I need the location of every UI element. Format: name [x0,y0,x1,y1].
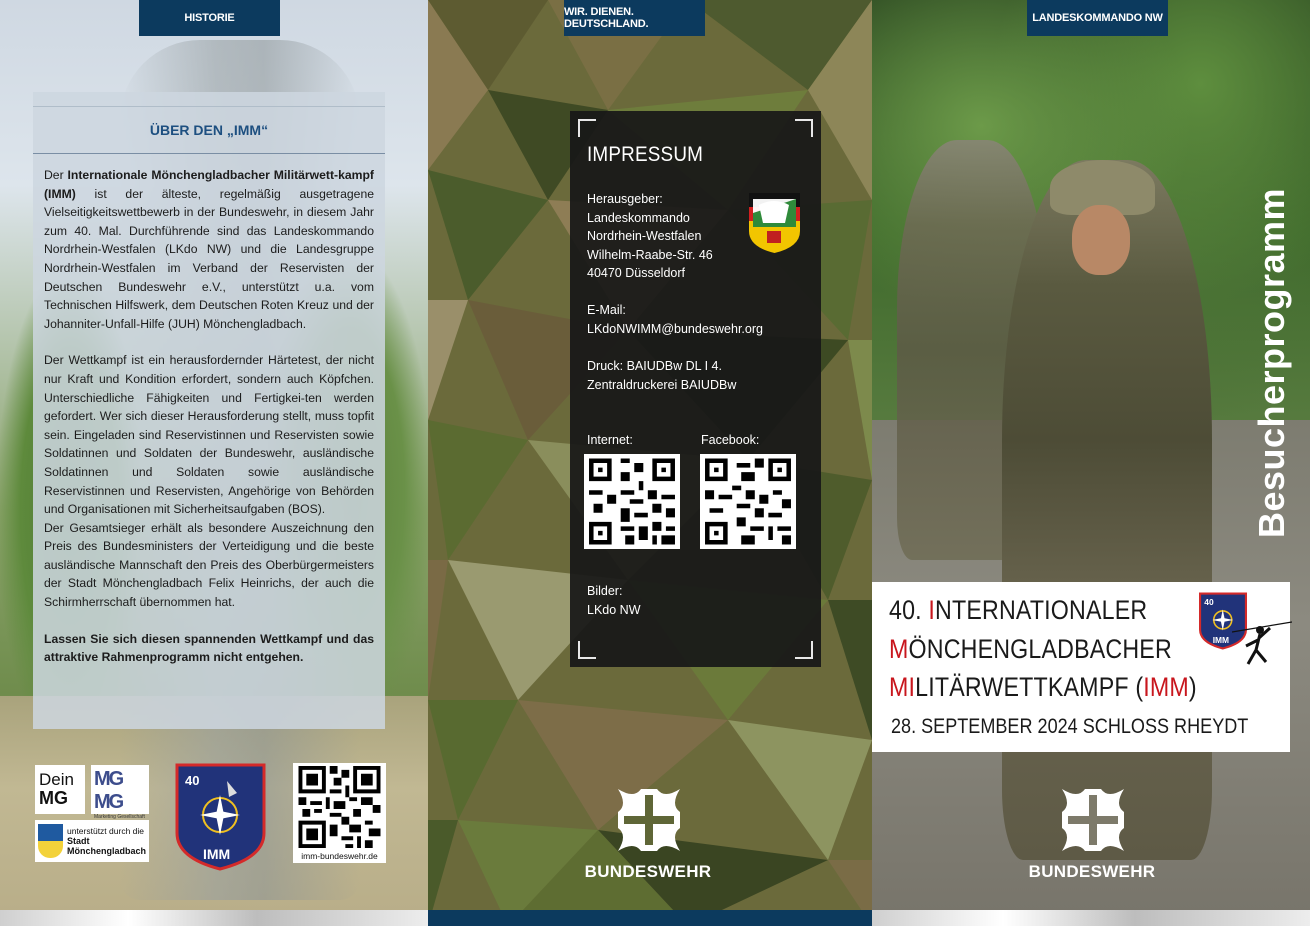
dein-mg-logo: Dein MG [35,765,85,814]
badge-right-text: IMM [1213,635,1229,645]
images-label: Bilder: [587,584,623,598]
title-line-1: 40. INTERNATIONALER [889,595,1147,626]
iron-cross-icon [618,789,680,851]
historie-panel: HISTORIE ÜBER DEN „IMM“ Der Internationa… [0,0,428,926]
publisher-line: Wilhelm-Raabe-Str. 46 [587,247,713,262]
images-value: LKdo NW [587,602,641,617]
print-line-1: Druck: BAIUDBw DL I 4. [587,359,722,373]
stadt-supported-by: unterstützt durch die [66,826,144,836]
corner-mark [795,641,813,659]
corner-mark [578,641,596,659]
about-closing: Lassen Sie sich diesen spannenden Wettka… [44,631,374,665]
imm-badge-icon: 40 IMM [175,763,266,871]
tab-motto: WIR. DIENEN. DEUTSCHLAND. [564,0,705,36]
stadt-name: Mönchengladbach [66,846,146,856]
print-block: Druck: BAIUDBw DL I 4. Zentraldruckerei … [587,357,736,394]
dein-mg-logo-mg: MG [39,788,68,808]
title-line-3: MILITÄRWETTKAMPF (IMM) [889,672,1197,703]
title-line-2: MÖNCHENGLADBACHER [889,634,1172,665]
facebook-label: Facebook: [701,433,760,447]
about-imm-heading: ÜBER DEN „IMM“ [33,106,385,154]
about-imm-text: Der Internationale Mönchengladbacher Mil… [33,154,385,667]
title-l1-b: I [928,595,936,625]
stadt-mg-logo: unterstützt durch die Stadt Mönchengladb… [35,820,149,862]
nrw-crest-icon [749,193,800,253]
about-paragraph-3: Der Gesamtsieger erhält als besondere Au… [44,520,374,610]
right-bottom-strip [872,910,1310,926]
event-title-box: 40. INTERNATIONALER MÖNCHENGLADBACHER MI… [872,582,1292,752]
runner-silhouette-icon [1232,621,1292,665]
tab-landeskommando: LANDESKOMMANDO NW [1027,0,1168,36]
email-block: E-Mail: LKdoNWIMM@bundeswehr.org [587,301,763,338]
bundeswehr-wordmark: BUNDESWEHR [1028,862,1156,881]
title-l2-a: M [889,634,909,664]
publisher-line: 40470 Düsseldorf [587,266,685,281]
iron-cross-icon [1062,789,1124,851]
bundeswehr-wordmark: BUNDESWEHR [584,862,712,881]
tab-historie: HISTORIE [139,0,280,36]
bundeswehr-logo: BUNDESWEHR [583,789,713,884]
imm-website-url: imm-bundeswehr.de [301,851,378,861]
corner-mark [578,119,596,137]
p1-rest: ist der älteste, regelmäßig ausgetragene… [44,186,374,331]
images-block: Bilder: LKdo NW [587,582,641,619]
imm-website-qr[interactable]: imm-bundeswehr.de [293,763,386,863]
impressum-title: IMPRESSUM [587,143,704,166]
besucherprogramm-vertical-title: Besucherprogramm [1251,170,1292,555]
title-l1-c: NTERNATIONALER [935,595,1148,625]
dein-mg-logo-dein: Dein [39,770,74,789]
title-l3-b: LITÄRWETTKAMPF ( [915,672,1144,702]
qr-code-icon [297,766,382,848]
about-imm-box: ÜBER DEN „IMM“ Der Internationale Mönche… [33,92,385,729]
facebook-qr-code-icon[interactable] [700,454,796,549]
title-l3-d: ) [1188,672,1197,702]
about-paragraph-1: Der Internationale Mönchengladbacher Mil… [44,166,374,333]
middle-bottom-strip [428,910,872,926]
mgmg-logo: MG MG Marketing Gesellschaft Mönchenglad… [91,765,149,832]
publisher-line: Landeskommando [587,210,690,225]
title-l3-a: MI [889,672,916,702]
bundeswehr-logo: BUNDESWEHR [1027,789,1157,884]
impressum-box: IMPRESSUM Herausgeber: Landeskommando No… [570,111,821,667]
impressum-panel: WIR. DIENEN. DEUTSCHLAND. IMPRESSUM Hera… [428,0,872,926]
soldier-face [1072,205,1130,275]
title-l1-a: 40. [889,595,929,625]
stadt-word: Stadt [66,836,90,846]
stadt-mg-logo-text: unterstützt durch die Stadt Mönchengladb… [67,826,146,856]
soldier-photo-front [1002,160,1212,860]
title-l3-c: IMM [1143,672,1189,702]
mgmg-logo-mark: MG MG [94,768,124,813]
title-l2-b: ÖNCHENGLADBACHER [908,634,1172,664]
badge-right-number: 40 [1204,597,1214,607]
print-line-2: Zentraldruckerei BAIUDBw [587,377,737,392]
left-bottom-strip [0,910,428,926]
publisher-block: Herausgeber: Landeskommando Nordrhein-We… [587,190,713,283]
badge-left-text: IMM [203,846,230,862]
p1-pre: Der [44,168,68,182]
corner-mark [795,119,813,137]
publisher-line: Nordrhein-Westfalen [587,229,702,244]
event-date-location: 28. SEPTEMBER 2024 SCHLOSS RHEYDT [891,715,1249,738]
internet-label: Internet: [587,433,633,447]
stadt-shield-icon [38,824,63,858]
besucherprogramm-text: Besucherprogramm [1251,187,1292,538]
about-paragraph-2: Der Wettkampf ist ein herausfordernder H… [44,353,374,517]
email-address[interactable]: LKdoNWIMM@bundeswehr.org [587,320,763,339]
publisher-label: Herausgeber: [587,192,663,206]
internet-qr-code-icon[interactable] [584,454,680,549]
badge-left-number: 40 [185,773,199,788]
email-label: E-Mail: [587,303,626,317]
cover-panel: LANDESKOMMANDO NW Besucherprogramm 40. I… [872,0,1310,926]
